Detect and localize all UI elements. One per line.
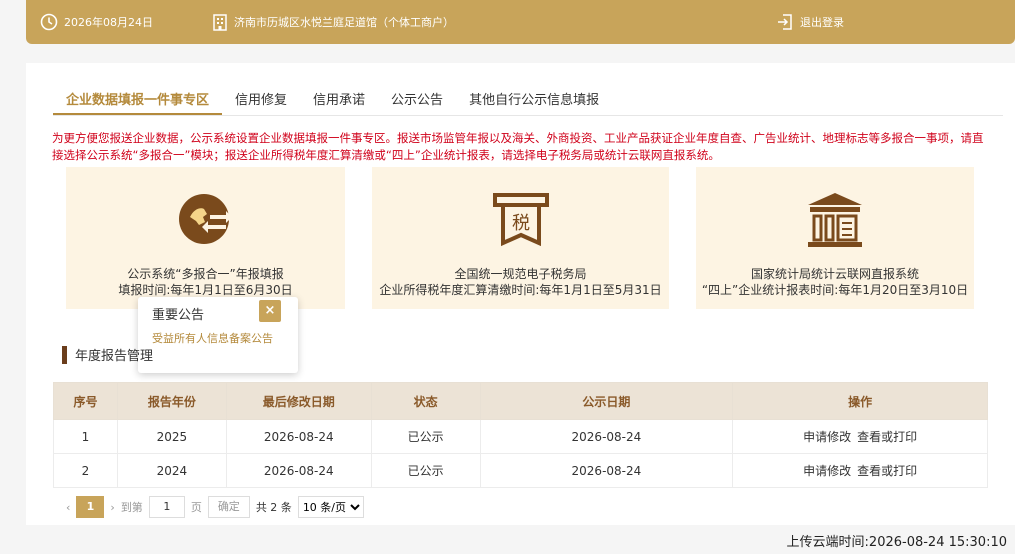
top-bar: 2026年08月24日 济南市历城区水悦兰庭足道馆（个体工商户） 退出登录: [26, 0, 1015, 44]
goto-prefix: 到第: [120, 501, 143, 514]
col-header-no: 序号: [53, 382, 118, 420]
col-header-actions: 操作: [732, 382, 988, 420]
cell-modified: 2026-08-24: [225, 419, 372, 454]
card-multi-report-time: 填报时间:每年1月1日至6月30日: [118, 283, 293, 297]
cell-actions: 申请修改 查看或打印: [732, 453, 988, 488]
clock-icon: [40, 13, 58, 31]
table-row: 1 2025 2026-08-24 已公示 2026-08-24 申请修改 查看或…: [53, 419, 988, 454]
tab-credit-repair[interactable]: 信用修复: [222, 83, 300, 115]
card-multi-report[interactable]: 公示系统“多报合一”年报填报 填报时间:每年1月1日至6月30日: [66, 167, 345, 309]
view-print-link[interactable]: 查看或打印: [857, 464, 917, 478]
cell-year: 2025: [116, 419, 227, 454]
popup-title: 重要公告: [152, 308, 205, 323]
logout-icon: [776, 13, 794, 31]
date-display: 2026年08月24日: [40, 12, 153, 32]
col-header-year: 报告年份: [116, 382, 227, 420]
cell-actions: 申请修改 查看或打印: [732, 419, 988, 454]
tab-enterprise-data[interactable]: 企业数据填报一件事专区: [53, 83, 223, 115]
tab-divider: [53, 115, 1003, 116]
card-statistics-time: “四上”企业统计报表时间:每年1月20日至3月10日: [701, 283, 969, 297]
tab-credit-commitment[interactable]: 信用承诺: [300, 83, 378, 115]
cell-year: 2024: [116, 453, 227, 488]
important-notice-popup: 重要公告 × 受益所有人信息备案公告: [138, 297, 298, 373]
cell-published: 2026-08-24: [479, 419, 734, 454]
upload-time: 上传云端时间:2026-08-24 15:30:10: [786, 535, 1007, 550]
table-header-row: 序号 报告年份 最后修改日期 状态 公示日期 操作: [53, 382, 988, 420]
cell-published: 2026-08-24: [479, 453, 734, 488]
cell-modified: 2026-08-24: [225, 453, 372, 488]
business-name-display: 济南市历城区水悦兰庭足道馆（个体工商户）: [212, 12, 454, 32]
apply-modify-link[interactable]: 申请修改: [803, 430, 851, 444]
date-text: 2026年08月24日: [64, 16, 153, 29]
card-etax-title: 全国统一规范电子税务局: [454, 267, 587, 281]
multi-report-icon: [176, 189, 236, 252]
apply-modify-link[interactable]: 申请修改: [803, 464, 851, 478]
view-print-link[interactable]: 查看或打印: [857, 430, 917, 444]
card-multi-report-title: 公示系统“多报合一”年报填报: [127, 267, 284, 281]
cell-status: 已公示: [370, 453, 481, 488]
card-statistics[interactable]: 国家统计局统计云联网直报系统 “四上”企业统计报表时间:每年1月20日至3月10…: [696, 167, 974, 309]
total-count: 共 2 条: [255, 501, 292, 514]
pagination: ‹ 1 › 到第 1 页 确定 共 2 条 10 条/页: [66, 496, 364, 518]
section-marker: [62, 345, 67, 364]
tax-icon: 税: [491, 189, 551, 254]
statistics-bureau-icon: [804, 189, 866, 254]
logout-label: 退出登录: [800, 16, 844, 29]
business-name-text: 济南市历城区水悦兰庭足道馆（个体工商户）: [234, 16, 454, 29]
card-etax-time: 企业所得税年度汇算清缴时间:每年1月1日至5月31日: [379, 283, 662, 297]
card-etax[interactable]: 税 全国统一规范电子税务局 企业所得税年度汇算清缴时间:每年1月1日至5月31日: [372, 167, 669, 309]
cell-no: 2: [53, 453, 118, 488]
col-header-published: 公示日期: [479, 382, 734, 420]
table-row: 2 2024 2026-08-24 已公示 2026-08-24 申请修改 查看或…: [53, 453, 988, 488]
section-title: 年度报告管理: [62, 345, 153, 364]
prev-page-icon[interactable]: ‹: [66, 501, 70, 514]
goto-suffix: 页: [190, 501, 202, 514]
building-icon: [212, 13, 228, 31]
annual-report-table: 序号 报告年份 最后修改日期 状态 公示日期 操作 1 2025 2026-08…: [53, 382, 988, 488]
next-page-icon[interactable]: ›: [110, 501, 114, 514]
current-page-button[interactable]: 1: [76, 496, 105, 518]
page-size-select[interactable]: 10 条/页: [297, 496, 364, 518]
cell-no: 1: [53, 419, 118, 454]
cell-status: 已公示: [370, 419, 481, 454]
card-statistics-title: 国家统计局统计云联网直报系统: [750, 267, 919, 281]
goto-page-input[interactable]: 1: [148, 496, 185, 518]
col-header-status: 状态: [370, 382, 481, 420]
tab-other-disclosure[interactable]: 其他自行公示信息填报: [456, 83, 612, 115]
tab-bar: 企业数据填报一件事专区 信用修复 信用承诺 公示公告 其他自行公示信息填报: [53, 83, 612, 115]
col-header-modified: 最后修改日期: [225, 382, 372, 420]
confirm-button[interactable]: 确定: [207, 496, 250, 518]
notice-text: 为更方便您报送企业数据，公示系统设置企业数据填报一件事专区。报送市场监管年报以及…: [52, 131, 984, 162]
popup-link[interactable]: 受益所有人信息备案公告: [152, 330, 273, 346]
close-icon[interactable]: ×: [259, 300, 281, 322]
svg-text:税: 税: [512, 213, 530, 234]
section-title-text: 年度报告管理: [75, 349, 154, 364]
logout-button[interactable]: 退出登录: [776, 12, 844, 32]
tab-public-announcement[interactable]: 公示公告: [378, 83, 456, 115]
